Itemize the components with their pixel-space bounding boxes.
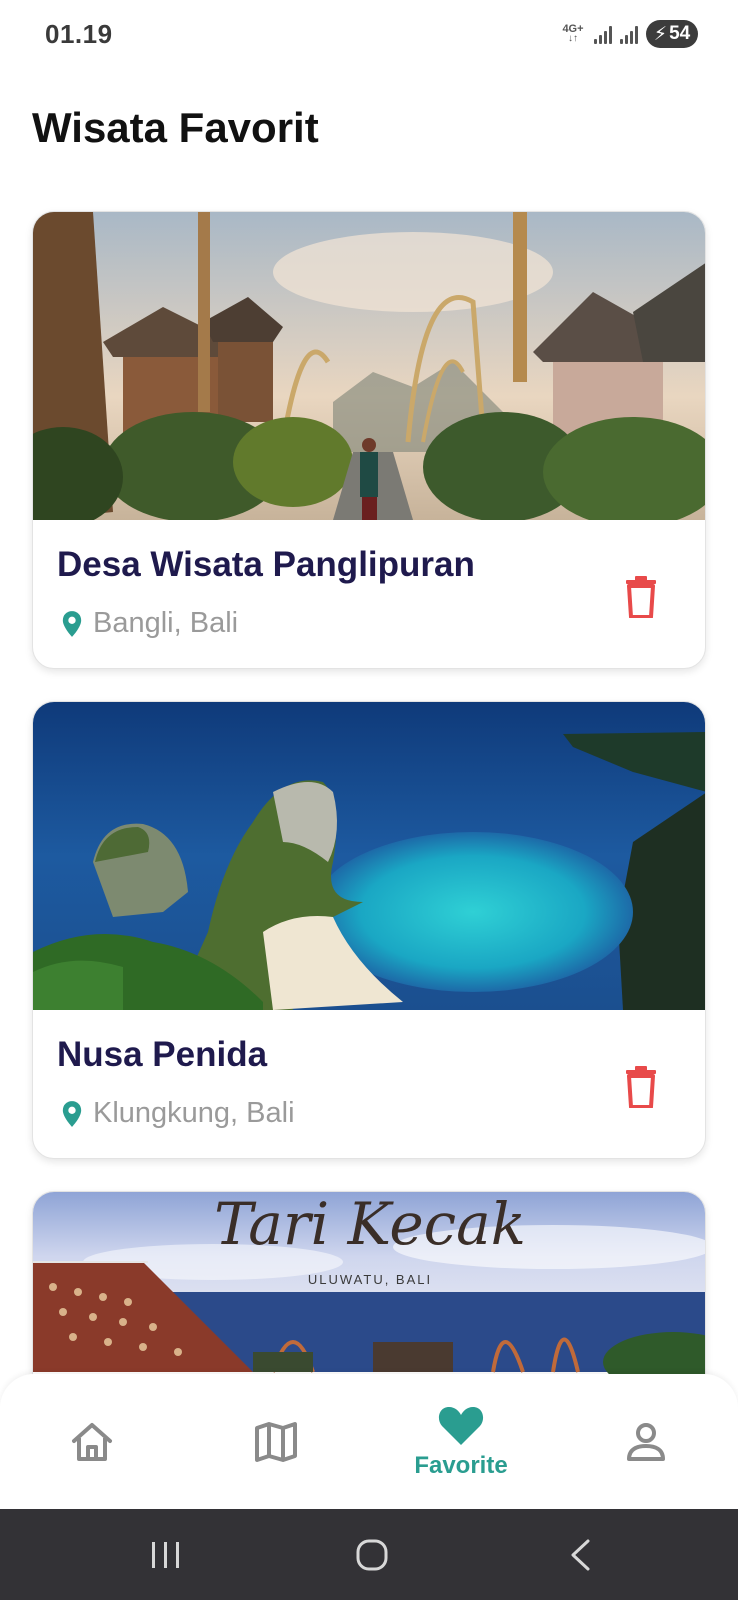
delete-button[interactable] [621, 574, 661, 620]
image-caption-subtitle: ULUWATU, BALI [308, 1272, 432, 1287]
map-icon [255, 1421, 297, 1462]
location-text: Bangli, Bali [93, 607, 239, 639]
page-title: Wisata Favorit [32, 104, 319, 151]
signal-icon-2 [620, 24, 638, 44]
home-circle-icon [356, 1539, 388, 1570]
system-navigation-bar [0, 1509, 738, 1600]
destination-name: Nusa Penida [57, 1035, 268, 1074]
destination-location: Bangli, Bali [61, 607, 238, 640]
image-caption-title: Tari Kecak [214, 1192, 526, 1258]
home-system-button[interactable] [312, 1509, 432, 1600]
heart-icon [438, 1406, 484, 1445]
battery-indicator: ⚡ 54 [646, 20, 698, 48]
nav-item-profile[interactable] [554, 1374, 738, 1509]
network-type-indicator: 4G+ ↓↑ [562, 23, 584, 44]
destination-name: Desa Wisata Panglipuran [57, 545, 475, 584]
person-icon [627, 1422, 665, 1461]
back-button[interactable] [520, 1509, 640, 1600]
bottom-navigation: Favorite [0, 1374, 738, 1509]
status-time: 01.19 [45, 19, 113, 49]
favorites-screen: 01.19 4G+ ↓↑ ⚡ 54 Wisata Favorit Desa Wi… [0, 0, 738, 1600]
back-chevron-icon [571, 1539, 590, 1570]
recent-apps-icon [152, 1541, 179, 1568]
signal-icon [594, 24, 612, 44]
status-icons: 4G+ ↓↑ ⚡ 54 [560, 20, 698, 48]
favorite-card[interactable]: Nusa Penida Klungkung, Bali [32, 701, 706, 1159]
location-text: Klungkung, Bali [93, 1097, 295, 1129]
nav-label-favorite: Favorite [414, 1451, 508, 1479]
location-pin-icon [62, 1100, 82, 1127]
recent-apps-button[interactable] [106, 1509, 226, 1600]
home-icon [72, 1422, 112, 1461]
trash-icon [626, 1066, 656, 1108]
battery-level: 54 [669, 23, 691, 44]
status-bar: 01.19 4G+ ↓↑ ⚡ 54 [0, 0, 738, 70]
nav-item-favorite[interactable]: Favorite [369, 1374, 553, 1509]
favorite-card[interactable]: Desa Wisata Panglipuran Bangli, Bali [32, 211, 706, 669]
nav-item-map[interactable] [184, 1374, 368, 1509]
card-image-nusa-penida [33, 702, 705, 1010]
nav-item-home[interactable] [0, 1374, 184, 1509]
card-image-penglipuran [33, 212, 705, 520]
location-pin-icon [62, 610, 82, 637]
trash-icon [626, 576, 656, 618]
destination-location: Klungkung, Bali [61, 1097, 295, 1130]
delete-button[interactable] [621, 1064, 661, 1110]
charging-icon: ⚡ [653, 23, 668, 45]
